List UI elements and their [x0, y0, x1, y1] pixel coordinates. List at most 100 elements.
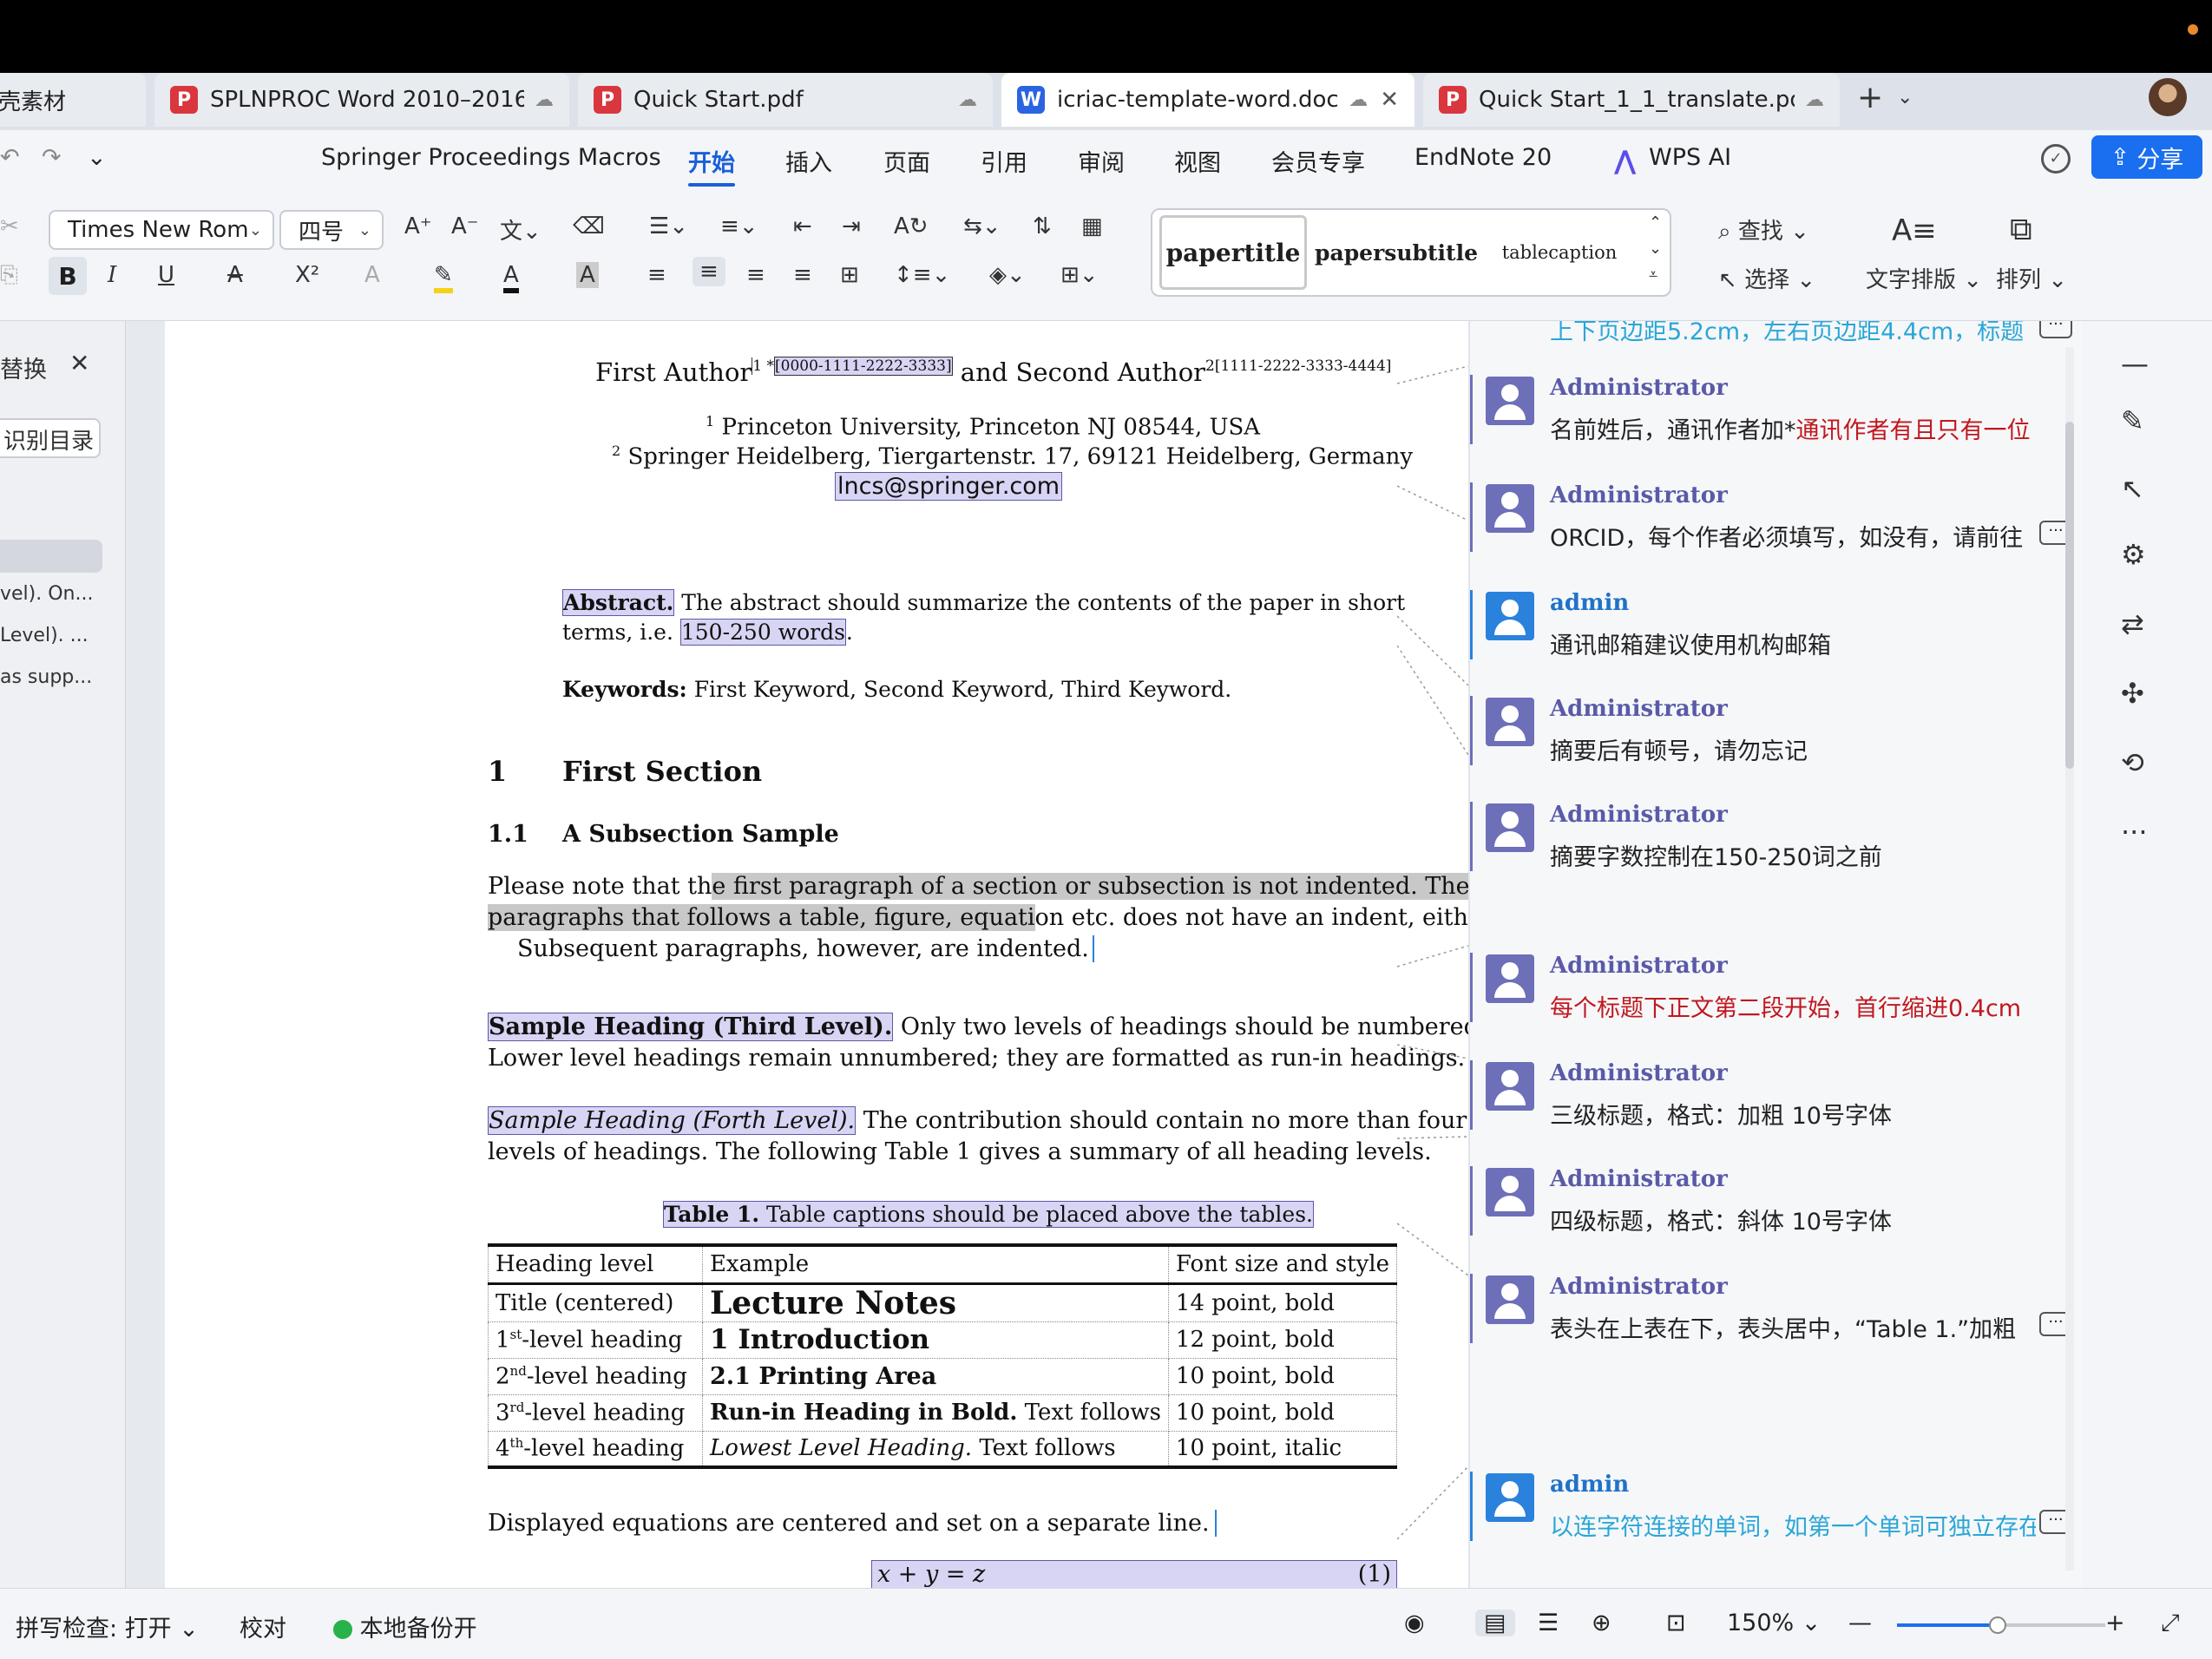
vertical-scrollbar[interactable] [2065, 347, 2074, 1570]
arrange-button[interactable]: 排列 ⌄ [1996, 262, 2067, 294]
new-tab-icon[interactable]: + [1857, 80, 1883, 115]
shading-icon[interactable]: ◈⌄ [989, 262, 1026, 288]
sliders-icon[interactable]: ⚙ [2121, 538, 2146, 571]
scroll-thumb[interactable] [2065, 422, 2074, 769]
proofread-button[interactable]: 校对 [240, 1610, 286, 1643]
clear-format-icon[interactable]: ⌫ [573, 213, 605, 239]
style-papertitle[interactable]: papertitle [1159, 215, 1307, 290]
close-icon[interactable]: ✕ [1380, 87, 1399, 113]
chevron-down-icon[interactable]: ⌄ [87, 144, 107, 171]
align-left-icon[interactable]: ≡ [647, 262, 666, 288]
tab-quick-start[interactable]: P Quick Start.pdf ☁ [578, 73, 993, 127]
bullet-list-icon[interactable]: ☰⌄ [649, 213, 688, 239]
undo-icon[interactable]: ↶ [0, 144, 20, 171]
menu-endnote[interactable]: EndNote 20 [1414, 144, 1552, 171]
line-spacing-icon[interactable]: ↕≡⌄ [894, 262, 950, 288]
cloud-sync-icon[interactable]: ✓ [2041, 144, 2071, 174]
share-button[interactable]: ⇪ 分享 [2091, 135, 2202, 179]
char-shading-icon[interactable]: A [576, 262, 599, 288]
phonetic-icon[interactable]: 文⌄ [500, 213, 542, 246]
detect-toc-button[interactable]: 识别目录 [0, 418, 101, 458]
number-list-icon[interactable]: ≡⌄ [720, 213, 758, 239]
user-avatar[interactable] [2149, 78, 2187, 116]
gallery-down-icon[interactable]: ⌄ [1649, 239, 1662, 258]
tab-splnproc[interactable]: P SPLNPROC Word 2010–2016 T ☁ [154, 73, 569, 127]
strikethrough-icon[interactable]: A [227, 262, 243, 288]
align-right-icon[interactable]: ≡ [746, 262, 765, 288]
pen-icon[interactable]: ✎ [2121, 404, 2144, 437]
gallery-expand-icon[interactable]: ⩡ [1649, 266, 1657, 284]
panel-selected-row[interactable] [0, 540, 102, 573]
minimize-icon[interactable]: — [2121, 347, 2149, 380]
sort-icon[interactable]: ⇅ [1033, 213, 1052, 239]
fullscreen-icon[interactable]: ⤢ [2161, 1610, 2180, 1637]
zoom-slider-handle[interactable] [1989, 1616, 2006, 1634]
gallery-up-icon[interactable]: ⌃ [1649, 213, 1662, 232]
close-icon[interactable]: ✕ [69, 349, 89, 377]
more-icon[interactable]: ··· [2039, 321, 2072, 338]
format-painter-icon[interactable]: ⎘ [0, 262, 18, 289]
font-color-icon[interactable]: A [503, 262, 519, 293]
menu-wps-ai[interactable]: WPS AI [1649, 144, 1731, 171]
show-marks-icon[interactable]: ▦ [1081, 213, 1103, 239]
result-item[interactable]: vel). On... [0, 583, 93, 605]
result-item[interactable]: Level). ... [0, 625, 89, 646]
eye-icon[interactable]: ◉ [1404, 1610, 1425, 1636]
backup-status[interactable]: 本地备份开 [333, 1610, 477, 1643]
document-page[interactable]: First Author1 *[0000-1111-2222-3333] and… [165, 321, 1526, 1588]
select-button[interactable]: ↖ 选择 ⌄ [1718, 262, 1815, 294]
cut-icon[interactable]: ✂ [0, 213, 19, 239]
result-item[interactable]: as supp... [0, 666, 92, 688]
highlight-icon[interactable]: ✎ [434, 262, 453, 293]
comment-item[interactable]: 上下页边距5.2cm，左右页边距4.4cm，标题 ··· [1486, 321, 2076, 345]
menu-review[interactable]: 审阅 [1078, 144, 1125, 178]
menu-page[interactable]: 页面 [883, 144, 930, 178]
tools-icon[interactable]: ✣ [2121, 677, 2144, 710]
fit-page-icon[interactable]: ⊡ [1666, 1610, 1686, 1636]
asian-layout-icon[interactable]: ⇆⌄ [963, 213, 1001, 239]
zoom-slider[interactable] [1897, 1616, 2105, 1634]
chevron-down-icon[interactable]: ⌄ [1897, 87, 1913, 108]
borders-icon[interactable]: ⊞⌄ [1060, 262, 1099, 288]
justify-icon[interactable]: ≡ [793, 262, 812, 288]
menu-home[interactable]: 开始 [688, 144, 735, 187]
style-papersubtitle[interactable]: papersubtitle [1314, 215, 1479, 290]
text-direction-icon[interactable]: A↻ [894, 213, 929, 239]
tab-material[interactable]: 壳素材 [0, 73, 146, 127]
font-size-select[interactable]: 四号 ⌄ [279, 210, 384, 250]
zoom-in-icon[interactable]: + [2105, 1610, 2125, 1636]
menu-references[interactable]: 引用 [981, 144, 1027, 178]
redo-icon[interactable]: ↷ [42, 144, 62, 171]
web-view-icon[interactable]: ⊕ [1592, 1610, 1611, 1636]
italic-button[interactable]: I [108, 262, 116, 288]
find-button[interactable]: ⌕ 查找 ⌄ [1718, 213, 1809, 246]
shrink-font-icon[interactable]: A⁻ [451, 213, 479, 239]
zoom-level[interactable]: 150% ⌄ [1727, 1610, 1821, 1636]
cursor-icon[interactable]: ↖ [2121, 472, 2144, 505]
tab-icriac-template[interactable]: W icriac-template-word.docx ☁ ✕ [1001, 73, 1414, 127]
style-gallery[interactable]: papertitle papersubtitle tablecaption ⌃ … [1151, 208, 1671, 297]
email[interactable]: lncs@springer.com [835, 472, 1063, 501]
heading-levels-table[interactable]: Heading level Example Font size and styl… [488, 1243, 1398, 1469]
history-icon[interactable]: ⟲ [2121, 746, 2144, 779]
more-icon[interactable]: ··· [2121, 816, 2148, 849]
zoom-out-icon[interactable]: — [1848, 1610, 1872, 1636]
superscript-button[interactable]: X² [295, 262, 319, 288]
style-tablecaption[interactable]: tablecaption [1486, 215, 1633, 290]
outline-view-icon[interactable]: ☰ [1538, 1610, 1559, 1636]
text-layout-button[interactable]: 文字排版 ⌄ [1866, 262, 1982, 294]
increase-indent-icon[interactable]: ⇥ [842, 213, 861, 239]
tab-quick-start-translate[interactable]: P Quick Start_1_1_translate.pdf ☁ [1423, 73, 1840, 127]
spell-check-toggle[interactable]: 拼写检查: 打开 ⌄ [16, 1610, 199, 1643]
underline-button[interactable]: U [158, 262, 174, 288]
font-name-select[interactable]: Times New Rom ⌄ [49, 210, 274, 250]
distribute-icon[interactable]: ⊞ [840, 262, 859, 288]
menu-springer-macros[interactable]: Springer Proceedings Macros [321, 144, 661, 171]
page-view-icon[interactable]: ▤ [1475, 1610, 1515, 1636]
menu-view[interactable]: 视图 [1174, 144, 1221, 178]
bold-button[interactable]: B [49, 257, 87, 295]
decrease-indent-icon[interactable]: ⇤ [793, 213, 812, 239]
grow-font-icon[interactable]: A⁺ [404, 213, 432, 239]
align-center-icon[interactable]: ≡ [692, 257, 725, 286]
translate-icon[interactable]: ⇄ [2121, 607, 2144, 640]
